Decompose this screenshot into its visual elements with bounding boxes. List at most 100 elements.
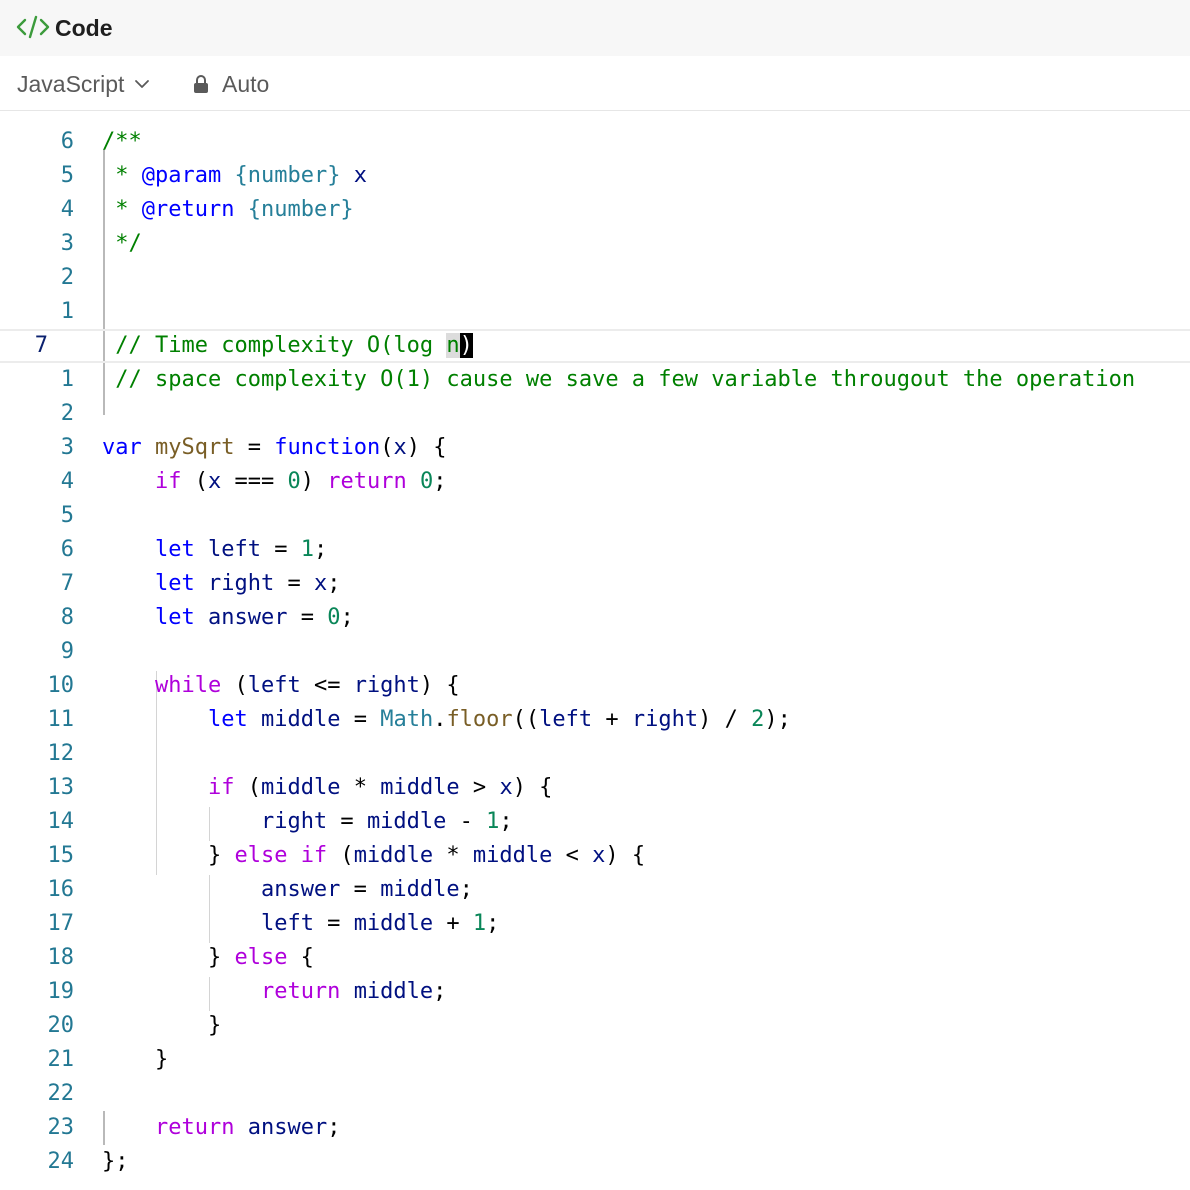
code-line[interactable]: 5 [0,499,1190,533]
code-token: floor [446,707,513,732]
code-token: return [154,1115,235,1140]
code-token: (( [512,707,540,732]
code-editor[interactable]: 6/** 5 * @param {number} x4 * @return {nu… [0,111,1190,1190]
code-token: let [154,537,195,562]
code-line[interactable]: 1 [0,295,1190,329]
code-line[interactable]: 8 let answer = 0; [0,601,1190,635]
code-line[interactable]: 4 * @return {number} [0,193,1190,227]
code-token: x [499,775,513,800]
code-token: return [260,979,341,1004]
code-line[interactable]: 11 let middle = Math.floor((left + right… [0,703,1190,737]
code-token: = [340,707,381,732]
code-token: else [234,945,288,970]
code-line[interactable]: 24}; [0,1145,1190,1179]
code-token: = [260,537,301,562]
code-line[interactable]: 12 [0,737,1190,771]
code-line[interactable]: 6 /** [0,125,1190,159]
code-token: let [154,605,195,630]
code-token: ; [327,1115,341,1140]
line-number: 14 [47,809,75,834]
code-token: - [446,809,487,834]
code-token: ) { [605,843,646,868]
line-number: 20 [47,1013,75,1038]
mode-label: Auto [222,70,270,97]
code-token: } [102,945,235,970]
code-line[interactable]: 6 let left = 1; [0,533,1190,567]
code-token: left [260,911,314,936]
code-token: ; [433,469,447,494]
code-line[interactable]: 18 } else { [0,941,1190,975]
code-token: = [313,911,354,936]
code-token: @return [141,197,235,222]
code-text: if (x === 0) return 0; [102,465,446,499]
line-number: 6 [60,129,74,154]
code-line[interactable]: 7 let right = x; [0,567,1190,601]
code-line[interactable]: 3 */ [0,227,1190,261]
code-line[interactable]: 15 } else if (middle * middle < x) { [0,839,1190,873]
line-number: 4 [60,197,74,222]
code-text: return answer; [102,1111,340,1145]
code-line[interactable]: 3 var mySqrt = function(x) { [0,431,1190,465]
code-line[interactable]: 17 left = middle + 1; [0,907,1190,941]
code-line[interactable]: 5 * @param {number} x [0,159,1190,193]
code-token: ) [300,469,328,494]
code-token: right [353,673,420,698]
code-token: middle [472,843,553,868]
code-text: /** [102,125,142,159]
code-text: // Time complexity O(log n) [102,331,473,365]
code-line[interactable]: 14 right = middle - 1; [0,805,1190,839]
code-token: Math [380,707,434,732]
code-text: } else if (middle * middle < x) { [102,839,645,873]
code-line-active[interactable]: 7 // Time complexity O(log n) [0,329,1190,363]
code-line[interactable]: 19 return middle; [0,975,1190,1009]
line-number: 9 [60,639,74,664]
code-token: ) / [698,707,752,732]
code-token: ; [459,877,473,902]
code-line[interactable]: 2 [0,397,1190,431]
code-token: }; [102,1149,129,1174]
code-token: === [221,469,288,494]
code-token: <= [300,673,354,698]
mode-indicator[interactable]: Auto [192,70,269,98]
code-line[interactable]: 10 while (left <= right) { [0,669,1190,703]
line-number: 2 [60,265,74,290]
code-line[interactable]: 23 return answer; [0,1111,1190,1145]
language-dropdown[interactable]: JavaScript [17,70,150,98]
code-line[interactable]: 20 } [0,1009,1190,1043]
line-number: 13 [47,775,75,800]
code-token: {number} [247,197,354,222]
code-token: middle [260,707,341,732]
code-token: ; [313,537,328,562]
code-line[interactable]: 21 } [0,1043,1190,1077]
code-token: 0 [327,605,341,630]
code-token: middle [380,877,460,902]
code-token: n [446,333,460,358]
code-line[interactable]: 9 [0,635,1190,669]
language-label: JavaScript [17,70,125,97]
code-token: * [102,197,142,222]
code-token: < [552,843,593,868]
code-token: let [154,571,195,596]
code-token: x [393,435,407,460]
code-token: ; [340,605,354,630]
code-line[interactable]: 16 answer = middle; [0,873,1190,907]
code-token: ( [181,469,208,494]
code-token: answer [207,605,288,630]
line-number: 7 [34,333,48,358]
code-token: = [234,435,275,460]
code-line[interactable]: 2 [0,261,1190,295]
code-line[interactable]: 22 [0,1077,1190,1111]
code-token: 0 [287,469,301,494]
title-bar: Code [0,0,1190,56]
code-line[interactable]: 4 if (x === 0) return 0; [0,465,1190,499]
code-line[interactable]: 13 if (middle * middle > x) { [0,771,1190,805]
code-line[interactable]: 1 // space complexity O(1) cause we save… [0,363,1190,397]
code-text: right = middle - 1; [102,805,513,839]
code-text: // space complexity O(1) cause we save a… [102,363,1135,397]
